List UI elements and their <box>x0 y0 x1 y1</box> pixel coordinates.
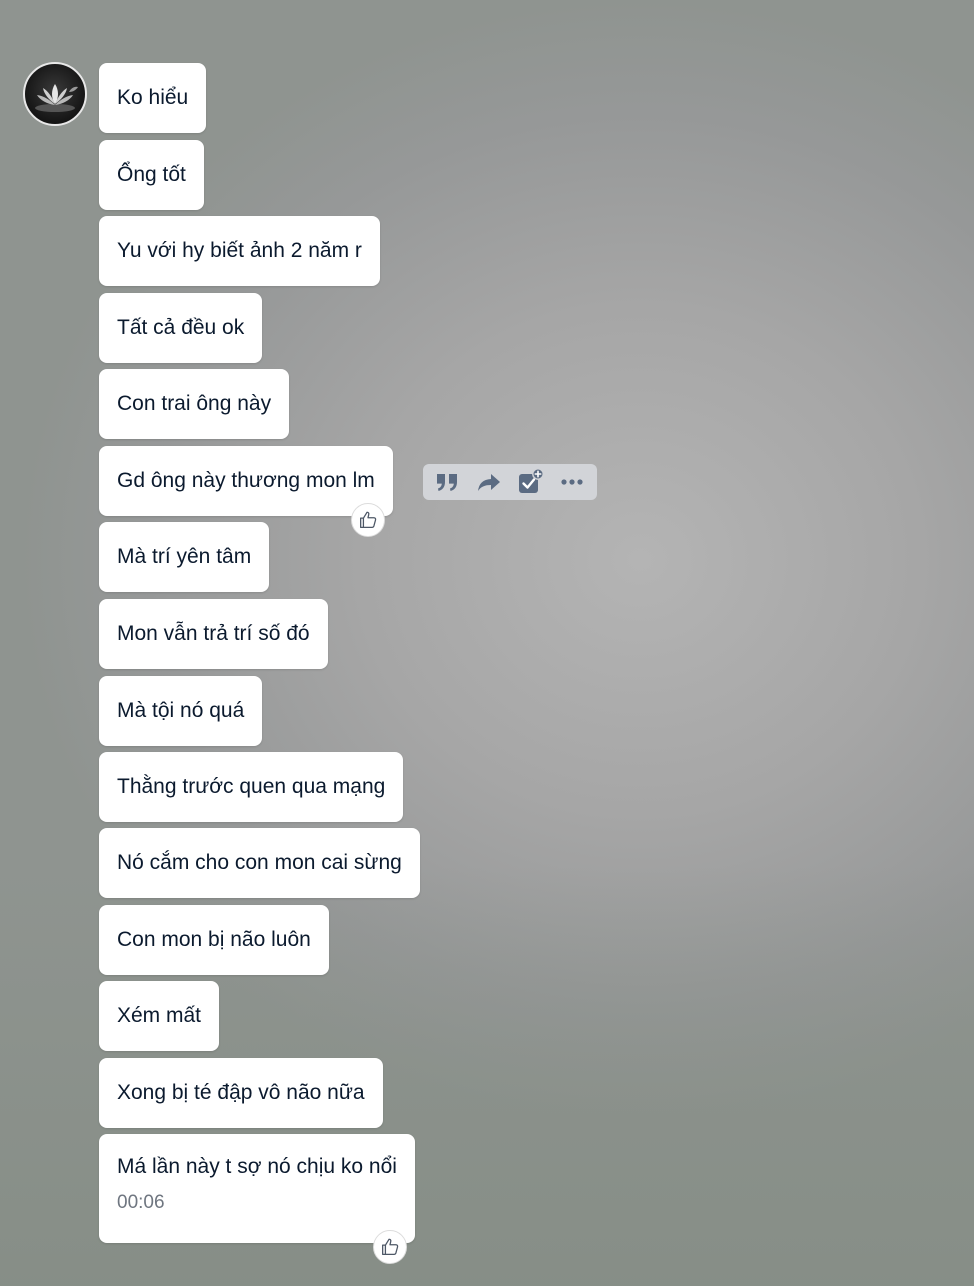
message-text: Con mon bị não luôn <box>117 928 311 951</box>
message-text: Yu với hy biết ảnh 2 năm r <box>117 239 362 262</box>
message-text: Gd ông này thương mon lm <box>117 469 375 492</box>
message-action-toolbar <box>423 464 597 500</box>
message-text: Mon vẫn trả trí số đó <box>117 622 310 645</box>
like-reaction-button[interactable] <box>373 1230 407 1264</box>
message-bubble[interactable]: Yu với hy biết ảnh 2 năm r <box>99 216 380 286</box>
forward-button[interactable] <box>472 467 506 497</box>
message-text: Xém mất <box>117 1004 202 1027</box>
message-bubble[interactable]: Mon vẫn trả trí số đó <box>99 599 328 669</box>
message-bubble[interactable]: Ổng tốt <box>99 140 204 210</box>
message-text: Ổng tốt <box>117 163 186 186</box>
quote-icon <box>436 474 457 491</box>
message-text: Con trai ông này <box>117 392 272 415</box>
thumbs-up-icon <box>360 511 377 528</box>
message-text: Ko hiểu <box>117 86 189 109</box>
more-options-button[interactable] <box>555 467 589 497</box>
message-bubble[interactable]: Ko hiểu <box>99 63 207 133</box>
message-text: Thằng trước quen qua mạng <box>117 775 386 798</box>
message-bubble[interactable]: Nó cắm cho con mon cai sừng <box>99 828 420 898</box>
message-bubble[interactable]: Tất cả đều ok <box>99 293 263 363</box>
message-bubble[interactable]: Con mon bị não luôn <box>99 905 329 975</box>
sender-avatar[interactable] <box>23 62 87 126</box>
message-bubble-last[interactable]: Má lần này t sợ nó chịu ko nổi 00:06 <box>99 1134 415 1243</box>
message-text: Xong bị té đập vô não nữa <box>117 1081 365 1104</box>
message-bubble[interactable]: Mà tội nó quá <box>99 676 263 746</box>
more-icon <box>561 479 583 485</box>
quote-button[interactable] <box>431 467 465 497</box>
message-text: Má lần này t sợ nó chịu ko nổi <box>117 1155 397 1178</box>
message-bubble[interactable]: Xong bị té đập vô não nữa <box>99 1058 383 1128</box>
message-bubble-hovered[interactable]: Gd ông này thương mon lm <box>99 446 393 516</box>
message-text: Mà tội nó quá <box>117 699 245 722</box>
forward-icon <box>478 474 501 491</box>
message-bubble[interactable]: Mà trí yên tâm <box>99 522 270 592</box>
message-text: Nó cắm cho con mon cai sừng <box>117 851 402 874</box>
add-task-icon <box>518 468 544 493</box>
lotus-avatar-icon <box>35 84 78 112</box>
thumbs-up-icon <box>382 1238 399 1255</box>
message-bubble[interactable]: Xém mất <box>99 981 220 1051</box>
message-text: Tất cả đều ok <box>117 316 245 339</box>
message-bubble[interactable]: Con trai ông này <box>99 369 290 439</box>
message-text: Mà trí yên tâm <box>117 545 252 568</box>
message-timestamp: 00:06 <box>117 1192 165 1213</box>
like-reaction-button[interactable] <box>351 503 385 537</box>
add-task-button[interactable] <box>514 467 548 497</box>
message-bubble[interactable]: Thằng trước quen qua mạng <box>99 752 404 822</box>
